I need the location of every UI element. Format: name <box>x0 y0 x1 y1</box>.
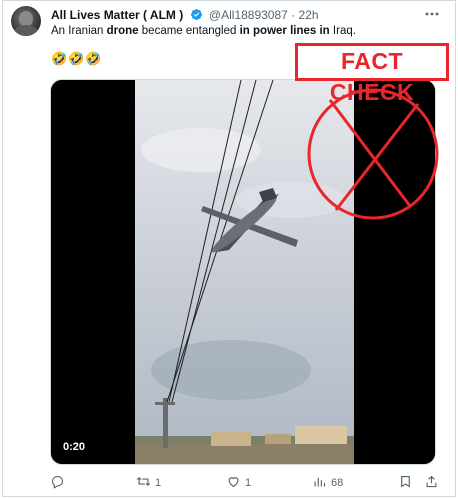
tweet-text: An Iranian drone became entangled in pow… <box>51 24 356 39</box>
tweet-emojis: 🤣🤣🤣 <box>51 51 103 66</box>
tweet-header: All Lives Matter ( ALM ) @All18893087 · … <box>51 7 428 23</box>
bookmark-icon <box>398 474 413 492</box>
reply-icon <box>50 474 65 492</box>
tweet-text-bold: in power lines in <box>239 25 330 37</box>
retweet-button[interactable]: 1 <box>136 474 161 492</box>
bookmark-button[interactable] <box>398 474 413 492</box>
views-count: 68 <box>331 477 344 489</box>
reply-button[interactable] <box>50 474 69 492</box>
tweet-time[interactable]: 22h <box>299 8 319 22</box>
tweet-text-part: became entangled <box>138 25 240 37</box>
more-icon[interactable] <box>424 6 440 22</box>
meta-separator: · <box>291 8 296 22</box>
author-name[interactable]: All Lives Matter ( ALM ) <box>51 8 183 22</box>
share-icon <box>424 474 439 492</box>
retweet-icon <box>136 474 151 492</box>
fact-check-cross-icon <box>307 88 439 220</box>
views-icon <box>312 474 327 492</box>
author-handle[interactable]: @All18893087 <box>209 8 288 22</box>
tweet-text-part: Iraq. <box>329 25 356 37</box>
avatar[interactable] <box>11 6 41 36</box>
tweet-text-part: An Iranian <box>51 25 107 37</box>
like-button[interactable]: 1 <box>226 474 251 492</box>
views-button[interactable]: 68 <box>312 474 343 492</box>
video-duration: 0:20 <box>59 440 90 454</box>
like-icon <box>226 474 241 492</box>
action-bar: 1 1 68 <box>50 474 442 492</box>
like-count: 1 <box>245 477 252 489</box>
retweet-count: 1 <box>155 477 162 489</box>
share-button[interactable] <box>424 474 439 492</box>
tweet-text-bold: drone <box>106 25 139 37</box>
verified-icon <box>190 8 203 25</box>
fact-check-label: FACT CHECK <box>295 43 449 105</box>
avatar-shoulders <box>14 25 38 36</box>
